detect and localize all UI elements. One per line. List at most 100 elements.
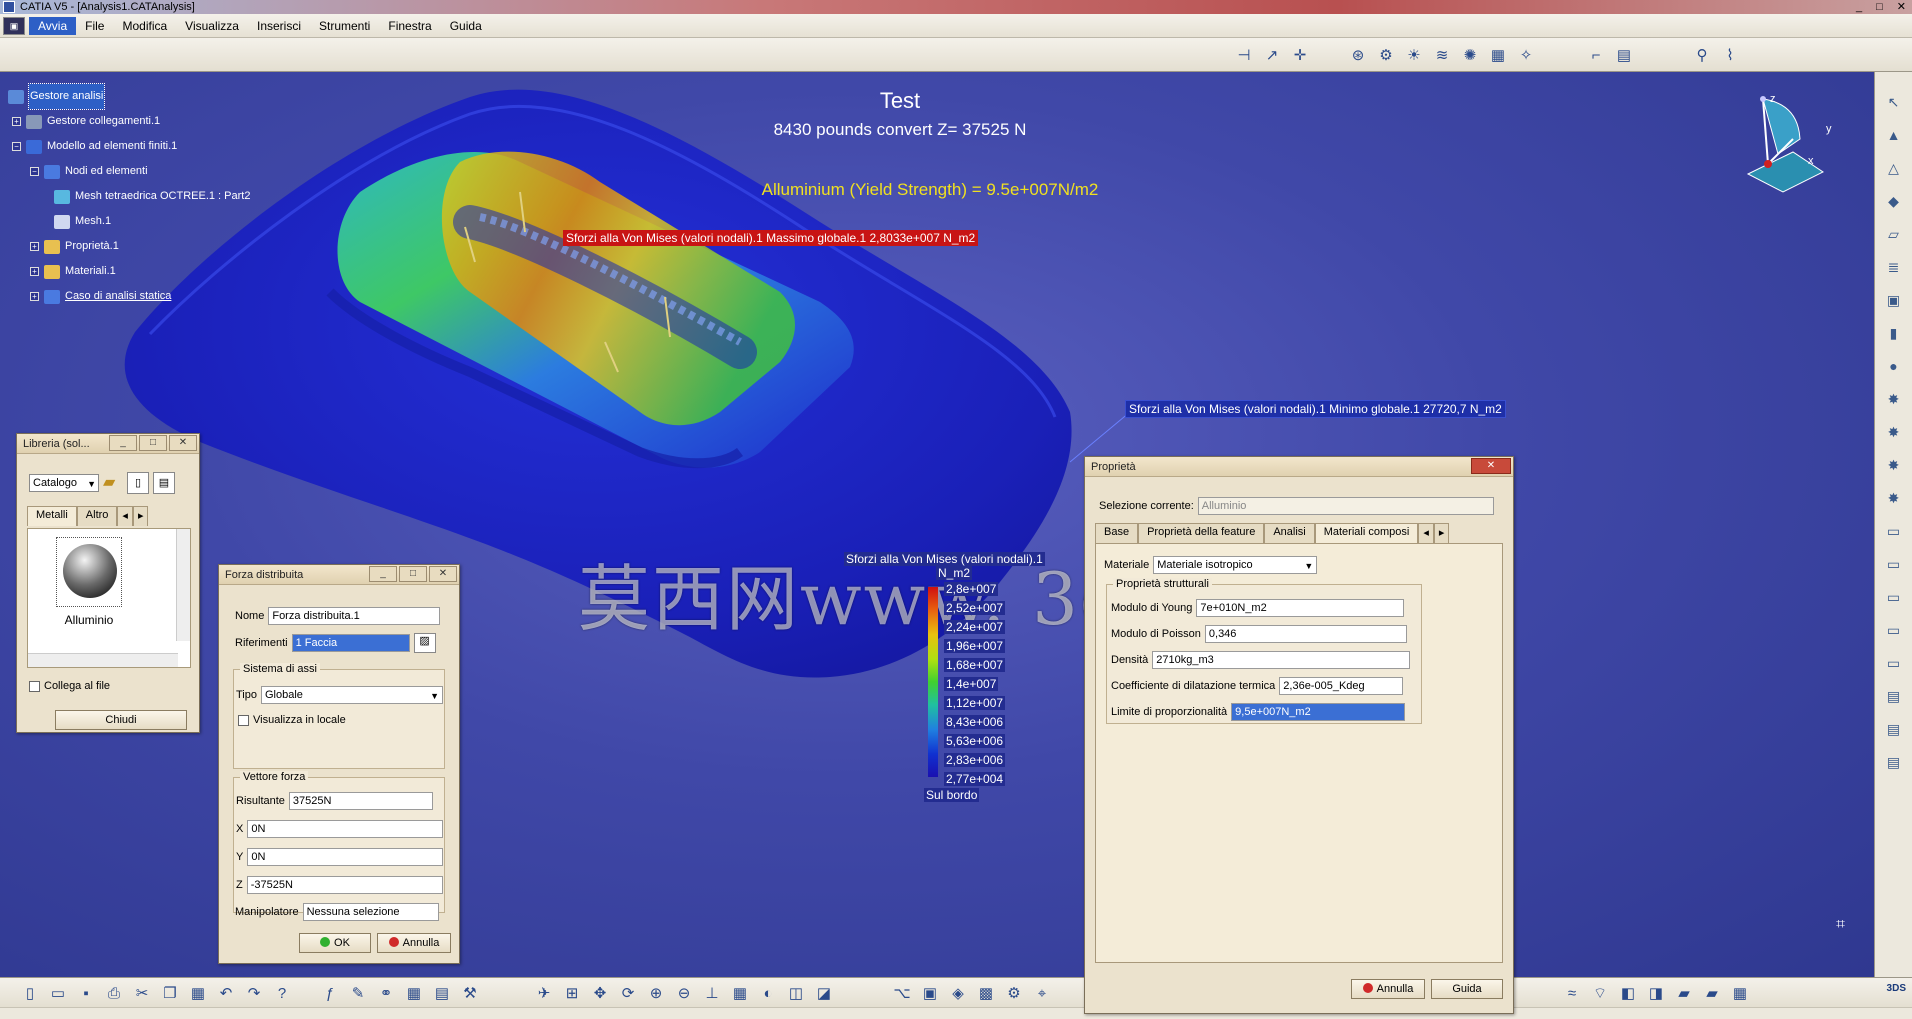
cut-icon[interactable]: ✂ <box>130 981 154 1005</box>
ladybug-icon[interactable]: ✸ <box>1882 387 1906 411</box>
plane-icon[interactable]: ▱ <box>1882 222 1906 246</box>
expand-icon[interactable]: + <box>12 117 21 126</box>
link-file-checkbox[interactable]: Collega al file <box>29 680 110 692</box>
doc-icon[interactable]: ▤ <box>1882 684 1906 708</box>
tree-item-modello-fem[interactable]: − Modello ad elementi finiti.1 <box>8 134 250 159</box>
menu-guida[interactable]: Guida <box>441 17 491 35</box>
ladybug3-icon[interactable]: ✸ <box>1882 453 1906 477</box>
catalog-icon[interactable]: ▤ <box>430 981 454 1005</box>
clamp-icon[interactable]: ⊣ <box>1232 43 1256 67</box>
sensor-icon[interactable]: ⌐ <box>1584 43 1608 67</box>
properties-help-button[interactable]: Guida <box>1431 979 1503 999</box>
young-modulus-input[interactable]: 7e+010N_m2 <box>1196 599 1405 617</box>
properties-cancel-button[interactable]: Annulla <box>1351 979 1425 999</box>
part-icon[interactable]: ◈ <box>946 981 970 1005</box>
sheet3-icon[interactable]: ▭ <box>1882 585 1906 609</box>
compute-icon[interactable]: ⊛ <box>1346 43 1370 67</box>
redo-icon[interactable]: ↷ <box>242 981 266 1005</box>
catia-logo-icon[interactable]: ▣ <box>3 16 25 35</box>
material-type-combo[interactable]: Materiale isotropico ▼ <box>1153 556 1318 574</box>
proportional-limit-input[interactable]: 9,5e+007N_m2 <box>1231 703 1406 721</box>
minimize-icon[interactable]: _ <box>369 566 397 582</box>
table2-icon[interactable]: ▦ <box>1728 981 1752 1005</box>
group-icon[interactable]: ▩ <box>974 981 998 1005</box>
deform-icon[interactable]: ≋ <box>1430 43 1454 67</box>
cancel-button[interactable]: Annulla <box>377 933 451 953</box>
stress-legend[interactable]: Sforzi alla Von Mises (valori nodali).1 … <box>844 552 1045 802</box>
save-icon[interactable]: ▪ <box>74 981 98 1005</box>
z-input[interactable]: -37525N <box>246 876 443 894</box>
tree-item-nodi-elementi[interactable]: − Nodi ed elementi <box>8 159 250 184</box>
density-input[interactable]: 2710kg_m3 <box>1152 651 1411 669</box>
tab-metalli[interactable]: Metalli <box>27 506 77 526</box>
doc3-icon[interactable]: ▤ <box>1882 750 1906 774</box>
tab-composite-materials[interactable]: Materiali composi <box>1314 523 1419 543</box>
bolt-icon[interactable]: ⚲ <box>1690 43 1714 67</box>
zoom-out-icon[interactable]: ⊖ <box>672 981 696 1005</box>
views-icon[interactable]: ▦ <box>728 981 752 1005</box>
menu-file[interactable]: File <box>76 17 113 35</box>
material-item-alluminio[interactable] <box>56 537 122 607</box>
box-icon[interactable]: ▣ <box>1882 288 1906 312</box>
sheet-tool2-icon[interactable]: ▰ <box>1700 981 1724 1005</box>
tree-icon[interactable]: ⌥ <box>890 981 914 1005</box>
close-icon[interactable]: ✕ <box>429 566 457 582</box>
new-icon[interactable]: ▯ <box>18 981 42 1005</box>
measure-icon[interactable]: ⌖ <box>1030 981 1054 1005</box>
sphere-icon[interactable]: ● <box>1882 354 1906 378</box>
open-icon[interactable]: ▭ <box>46 981 70 1005</box>
tab-altro[interactable]: Altro <box>76 506 118 526</box>
close-button[interactable]: Chiudi <box>55 710 187 730</box>
zoom-in-icon[interactable]: ⊕ <box>644 981 668 1005</box>
tab-scroll-right-icon[interactable]: ▸ <box>1433 523 1450 543</box>
menu-inserisci[interactable]: Inserisci <box>248 17 310 35</box>
menu-finestra[interactable]: Finestra <box>379 17 440 35</box>
link-icon[interactable]: ⚭ <box>374 981 398 1005</box>
lightbulb-icon[interactable]: ☀ <box>1402 43 1426 67</box>
ok-button[interactable]: OK <box>299 933 371 953</box>
thermal-expansion-input[interactable]: 2,36e-005_Kdeg <box>1279 677 1404 695</box>
catalog-combo[interactable]: Catalogo ▼ <box>29 474 99 492</box>
print-icon[interactable]: ⎙ <box>102 981 126 1005</box>
normal-view-icon[interactable]: ⊥ <box>700 981 724 1005</box>
tab-scroll-left-icon[interactable]: ◂ <box>117 506 133 526</box>
help-icon[interactable]: ? <box>270 981 294 1005</box>
sheet-icon[interactable]: ▭ <box>1882 519 1906 543</box>
animate-icon[interactable]: ✧ <box>1514 43 1538 67</box>
formula-icon[interactable]: ƒ <box>318 981 342 1005</box>
collapse-icon[interactable]: − <box>12 142 21 151</box>
vertical-scrollbar[interactable] <box>176 529 190 641</box>
select-icon[interactable]: ↖ <box>1882 90 1906 114</box>
close-icon[interactable]: ✕ <box>1897 0 1906 14</box>
tree-item-proprieta[interactable]: + Proprietà.1 <box>8 234 250 259</box>
cube-tool-icon[interactable]: ◧ <box>1616 981 1640 1005</box>
tools-icon[interactable]: ⚒ <box>458 981 482 1005</box>
tree-item-materiali[interactable]: + Materiali.1 <box>8 259 250 284</box>
undo-icon[interactable]: ↶ <box>214 981 238 1005</box>
mesh-icon[interactable]: ⚙ <box>1374 43 1398 67</box>
list-view-icon[interactable]: ▤ <box>153 472 175 494</box>
horizontal-scrollbar[interactable] <box>28 653 178 667</box>
gear-icon[interactable]: ✺ <box>1458 43 1482 67</box>
maximize-icon[interactable]: □ <box>1876 0 1883 14</box>
pyramid-outline-icon[interactable]: △ <box>1882 156 1906 180</box>
assembly-icon[interactable]: ▣ <box>918 981 942 1005</box>
y-input[interactable]: 0N <box>247 848 444 866</box>
poisson-input[interactable]: 0,346 <box>1204 625 1407 643</box>
doc2-icon[interactable]: ▤ <box>1882 717 1906 741</box>
palette-icon[interactable]: ▦ <box>1486 43 1510 67</box>
compass-widget[interactable]: z y x <box>1738 94 1848 204</box>
minimize-icon[interactable]: _ <box>1856 0 1862 14</box>
report-icon[interactable]: ▤ <box>1612 43 1636 67</box>
rotate-icon[interactable]: ⟳ <box>616 981 640 1005</box>
tree-item-mesh[interactable]: Mesh.1 <box>8 209 250 234</box>
tree-item-gestore-collegamenti[interactable]: + Gestore collegamenti.1 <box>8 109 250 134</box>
hide-icon[interactable]: ◫ <box>784 981 808 1005</box>
copy-icon[interactable]: ❐ <box>158 981 182 1005</box>
wave-icon[interactable]: ≈ <box>1560 981 1584 1005</box>
ladybug2-icon[interactable]: ✸ <box>1882 420 1906 444</box>
comment-icon[interactable]: ✎ <box>346 981 370 1005</box>
spring-icon[interactable]: ⌇ <box>1718 43 1742 67</box>
close-icon[interactable]: ✕ <box>169 435 197 451</box>
cube-icon[interactable]: ◆ <box>1882 189 1906 213</box>
